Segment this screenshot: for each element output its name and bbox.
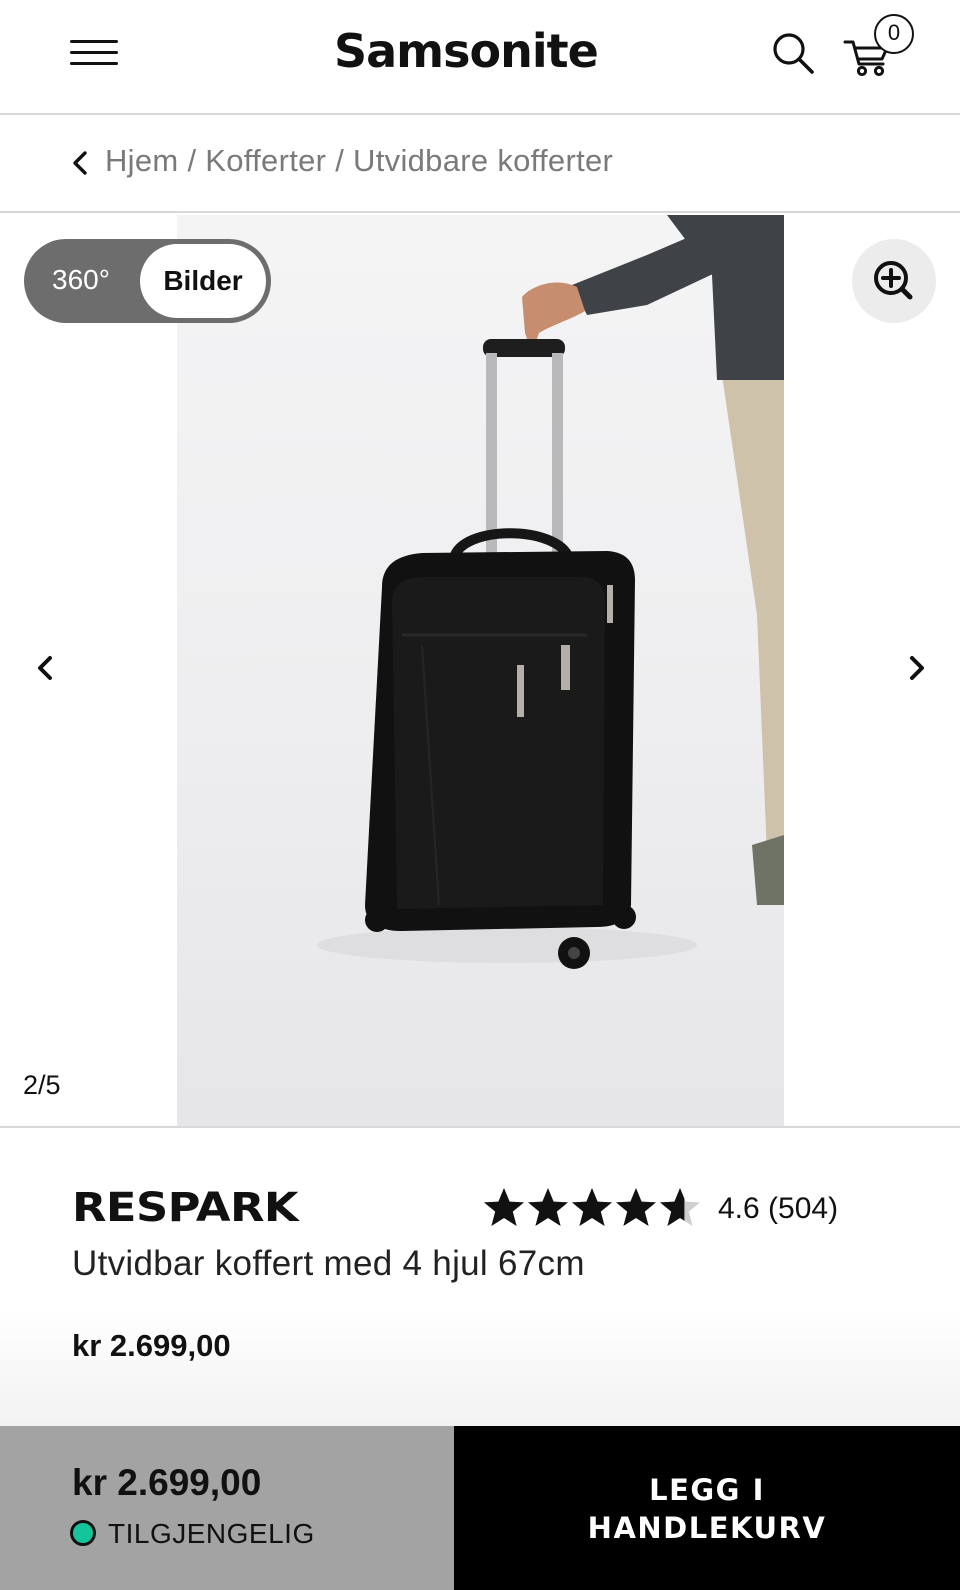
suitcase-image [317, 215, 784, 969]
view-toggle[interactable]: 360° Bilder [24, 239, 271, 323]
image-counter: 2/5 [23, 1070, 61, 1100]
add-to-cart-panel: LEGG I HANDLEKURV [454, 1426, 960, 1590]
rating-summary[interactable]: 4.6 (504) [718, 1192, 838, 1226]
rating-stars[interactable] [482, 1186, 702, 1232]
breadcrumb: Hjem / Kofferter / Utvidbare kofferter [0, 117, 960, 213]
chevron-right-icon[interactable] [902, 648, 932, 688]
hamburger-menu-icon[interactable] [70, 38, 120, 68]
sticky-price: kr 2.699,00 [72, 1462, 262, 1503]
zoom-in-icon [874, 261, 913, 300]
chevron-left-icon[interactable] [68, 147, 92, 179]
star-icon [616, 1188, 656, 1226]
add-to-cart-button[interactable]: LEGG I HANDLEKURV [454, 1426, 960, 1590]
star-icon [528, 1188, 568, 1226]
star-icon [484, 1188, 524, 1226]
product-info: RESPARK 4.6 (504) Utvidbar koffert med 4… [0, 1130, 960, 1426]
samsonite-logo[interactable]: Samsonite [334, 24, 599, 78]
chevron-left-icon[interactable] [30, 648, 60, 688]
sticky-price-panel: kr 2.699,00 TILGJENGELIG [0, 1426, 454, 1590]
cart-count-badge[interactable]: 0 [874, 14, 914, 54]
toggle-images-option[interactable]: Bilder [140, 244, 266, 318]
product-brand: RESPARK [72, 1185, 299, 1231]
zoom-button[interactable] [852, 239, 936, 323]
availability-status: TILGJENGELIG [108, 1518, 315, 1549]
toggle-360-option[interactable]: 360° [52, 264, 110, 296]
product-price: kr 2.699,00 [72, 1328, 231, 1363]
star-icon [572, 1188, 612, 1226]
search-icon[interactable] [770, 30, 816, 76]
product-gallery[interactable]: 360° Bilder 2/5 [0, 215, 960, 1128]
availability-dot-icon [70, 1520, 96, 1546]
product-subtitle: Utvidbar koffert med 4 hjul 67cm [72, 1244, 585, 1283]
site-header: Samsonite 0 [0, 0, 960, 115]
breadcrumb-path[interactable]: Hjem / Kofferter / Utvidbare kofferter [105, 143, 613, 179]
star-icon [660, 1188, 700, 1226]
sticky-buy-bar: kr 2.699,00 TILGJENGELIG LEGG I HANDLEKU… [0, 1426, 960, 1590]
product-photo[interactable] [177, 215, 784, 1126]
